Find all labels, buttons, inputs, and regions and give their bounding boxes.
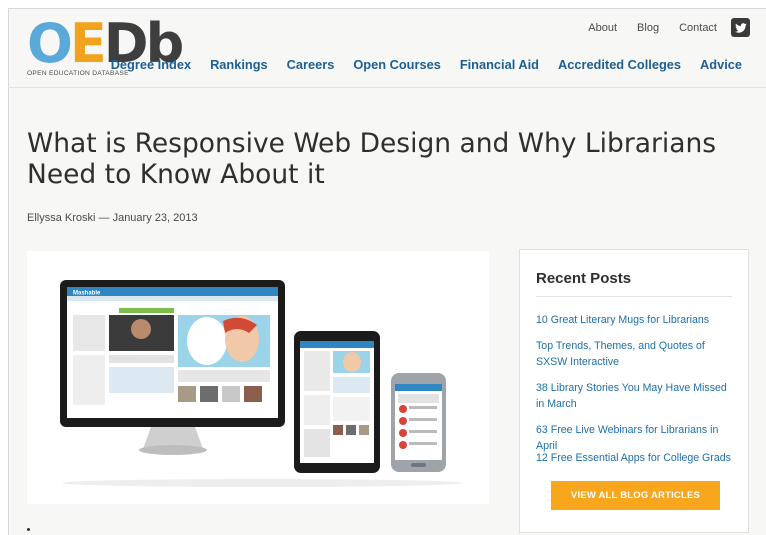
nav-open-courses[interactable]: Open Courses (353, 57, 440, 72)
recent-post-link[interactable]: 38 Library Stories You May Have Missed i… (536, 380, 736, 412)
desktop-monitor-graphic: Mashable (60, 280, 285, 455)
monitor-site-label: Mashable (73, 291, 101, 297)
phone-graphic (391, 373, 446, 472)
responsive-devices-illustration: Mashable (60, 280, 462, 487)
nav-financial-aid[interactable]: Financial Aid (460, 57, 539, 72)
nav-degree-index[interactable]: Degree Index (111, 57, 191, 72)
recent-posts-heading: Recent Posts (536, 270, 632, 287)
nav-link-about[interactable]: About (588, 22, 617, 34)
nav-rankings[interactable]: Rankings (210, 57, 268, 72)
nav-link-contact[interactable]: Contact (679, 22, 717, 34)
main-nav: Degree Index Rankings Careers Open Cours… (111, 57, 742, 72)
recent-posts-sidebar: Recent Posts 10 Great Literary Mugs for … (519, 249, 749, 533)
list-bullet-mark (27, 528, 30, 531)
featured-image: Mashable (27, 251, 489, 504)
article-byline: Ellyssa Kroski — January 23, 2013 (27, 212, 198, 224)
view-all-articles-button[interactable]: VIEW ALL BLOG ARTICLES (551, 481, 720, 510)
tablet-graphic (294, 331, 380, 473)
nav-link-blog[interactable]: Blog (637, 22, 659, 34)
recent-post-link[interactable]: Top Trends, Themes, and Quotes of SXSW I… (536, 338, 736, 370)
nav-careers[interactable]: Careers (287, 57, 335, 72)
header-divider (8, 87, 766, 88)
logo-letter-e: E (69, 12, 107, 75)
nav-accredited-colleges[interactable]: Accredited Colleges (558, 57, 681, 72)
recent-post-link[interactable]: 12 Free Essential Apps for College Grads (536, 450, 736, 466)
article-title: What is Responsive Web Design and Why Li… (27, 128, 717, 190)
nav-advice[interactable]: Advice (700, 57, 742, 72)
logo-letter-o: O (27, 12, 73, 75)
recent-post-link[interactable]: 10 Great Literary Mugs for Librarians (536, 312, 736, 328)
sidebar-divider (536, 296, 732, 297)
top-utility-nav: About Blog Contact (588, 18, 750, 37)
twitter-icon[interactable] (731, 18, 750, 37)
